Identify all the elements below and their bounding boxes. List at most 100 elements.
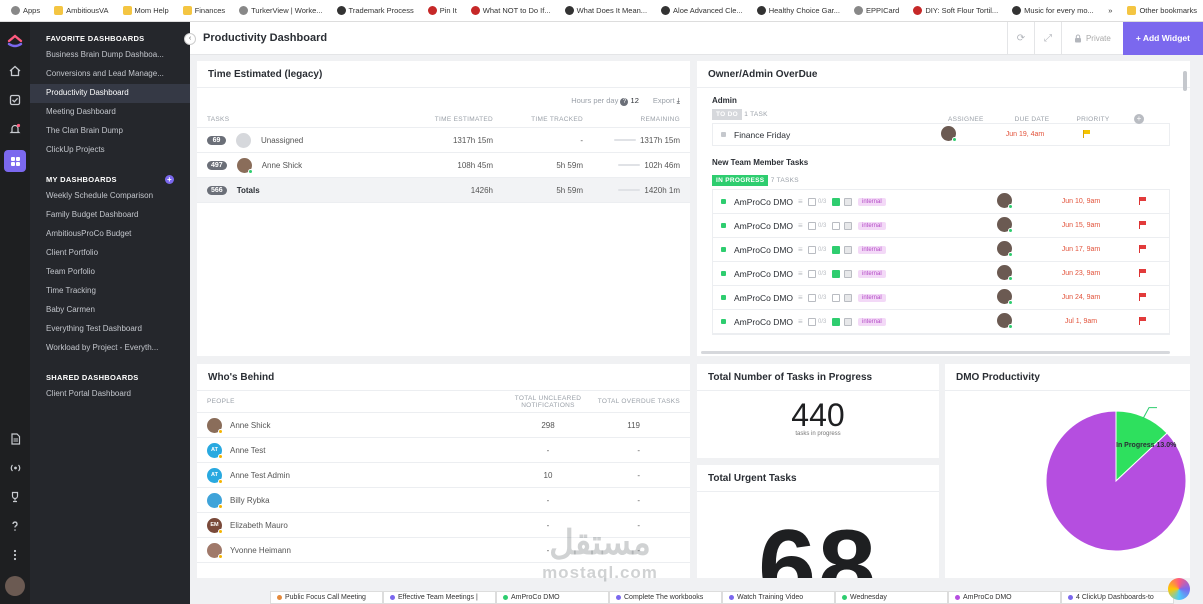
more-vertical-icon[interactable]: [7, 547, 23, 563]
sidebar-item[interactable]: Conversions and Lead Manage...: [30, 65, 190, 84]
tray-task[interactable]: Wednesday: [835, 591, 948, 604]
folder-icon: [182, 6, 192, 15]
bookmark-item[interactable]: Music for every mo...: [1005, 6, 1101, 15]
priority-flag-icon: [1138, 293, 1146, 301]
sidebar-item[interactable]: Workload by Project - Everyth...: [30, 339, 190, 358]
tasks-icon[interactable]: [7, 92, 23, 108]
table-row[interactable]: 69 Unassigned 1317h 15m - 1317h 15m: [197, 128, 690, 153]
tray-task[interactable]: Effective Team Meetings |: [383, 591, 496, 604]
in-progress-caption: tasks in progress: [795, 431, 841, 437]
sidebar-item[interactable]: Team Porfolio: [30, 263, 190, 282]
task-row[interactable]: AmProCo DMO ≡ 0/3 internal Jun 23, 9am: [713, 262, 1169, 286]
bookmark-item[interactable]: Healthy Choice Gar...: [750, 6, 847, 15]
tray-task[interactable]: Public Focus Call Meeting: [270, 591, 383, 604]
tag-internal[interactable]: internal: [858, 317, 886, 326]
bookmark-item[interactable]: EPPICard: [847, 6, 906, 15]
tray-task[interactable]: Watch Training Video: [722, 591, 835, 604]
pie-chart: [1045, 407, 1187, 552]
tray-task[interactable]: AmProCo DMO: [948, 591, 1061, 604]
attachment-icon: [844, 269, 852, 278]
tray-task[interactable]: 4 ClickUp Dashboards-to: [1061, 591, 1174, 604]
tag-internal[interactable]: internal: [858, 221, 886, 230]
time-estimated-widget: Time Estimated (legacy) Hours per day ? …: [197, 61, 690, 356]
sidebar-item-productivity-dashboard[interactable]: Productivity Dashboard: [30, 84, 190, 103]
add-column-icon[interactable]: +: [1134, 114, 1144, 124]
sidebar-item[interactable]: Client Portal Dashboard: [30, 385, 190, 404]
description-icon: ≡: [798, 293, 803, 302]
add-widget-button[interactable]: + Add Widget: [1122, 21, 1203, 55]
add-dashboard-button[interactable]: +: [165, 175, 174, 184]
bookmark-item[interactable]: Pin It: [421, 6, 464, 15]
task-row[interactable]: AmProCo DMO ≡ 0/3 internal Jun 15, 9am: [713, 214, 1169, 238]
sidebar-item[interactable]: Family Budget Dashboard: [30, 206, 190, 225]
attachment-icon: [844, 245, 852, 254]
bookmark-item[interactable]: DIY: Soft Flour Tortil...: [906, 6, 1005, 15]
tag-internal[interactable]: internal: [858, 197, 886, 206]
more-bookmarks-button[interactable]: »: [1108, 6, 1112, 15]
sidebar-item[interactable]: The Clan Brain Dump: [30, 122, 190, 141]
bookmark-item[interactable]: Trademark Process: [330, 6, 421, 15]
help-bubble-icon[interactable]: [1168, 578, 1190, 600]
table-row[interactable]: Anne Shick 298 119: [197, 413, 690, 438]
sidebar-item[interactable]: Time Tracking: [30, 282, 190, 301]
avatar: AT: [207, 442, 223, 459]
collapse-sidebar-button[interactable]: ‹: [184, 33, 196, 45]
sidebar-item[interactable]: Business Brain Dump Dashboa...: [30, 46, 190, 65]
other-bookmarks[interactable]: » Other bookmarks: [1108, 6, 1197, 15]
sidebar-item[interactable]: Baby Carmen: [30, 301, 190, 320]
sidebar-item[interactable]: AmbitiousProCo Budget: [30, 225, 190, 244]
table-row[interactable]: 497 Anne Shick 108h 45m 5h 59m 102h 46m: [197, 153, 690, 178]
sidebar-item[interactable]: Client Portfolio: [30, 244, 190, 263]
table-row[interactable]: Billy Rybka - -: [197, 488, 690, 513]
page-title: Productivity Dashboard: [203, 32, 328, 44]
table-row[interactable]: AT Anne Test - -: [197, 438, 690, 463]
bookmark-item[interactable]: Aloe Advanced Cle...: [654, 6, 750, 15]
dashboards-icon[interactable]: [4, 150, 26, 172]
widget-title: DMO Productivity: [945, 364, 1190, 391]
site-icon: [853, 6, 863, 15]
tray-task[interactable]: AmProCo DMO: [496, 591, 609, 604]
bookmark-item[interactable]: AmbitiousVA: [47, 6, 115, 15]
task-row[interactable]: AmProCo DMO ≡ 0/3 internal Jun 10, 9am: [713, 190, 1169, 214]
bookmarks-bar: Apps AmbitiousVA Mom Help Finances Turke…: [0, 0, 1203, 22]
goals-trophy-icon[interactable]: [7, 489, 23, 505]
sidebar-item[interactable]: Everything Test Dashboard: [30, 320, 190, 339]
priority-flag-icon: [1138, 269, 1146, 277]
urgent-count: 68: [758, 509, 878, 578]
export-button[interactable]: Export ⤓: [653, 96, 680, 106]
tag-internal[interactable]: internal: [858, 245, 886, 254]
fullscreen-icon[interactable]: ⤢: [1033, 21, 1061, 55]
sidebar-item[interactable]: ClickUp Projects: [30, 141, 190, 160]
bookmark-item[interactable]: What NOT to Do If...: [464, 6, 558, 15]
notifications-icon[interactable]: [7, 121, 23, 137]
sidebar-item[interactable]: Weekly Schedule Comparison: [30, 187, 190, 206]
task-row[interactable]: Finance Friday Jun 19, 4am: [712, 123, 1170, 146]
tag-internal[interactable]: internal: [858, 269, 886, 278]
horizontal-scrollbar[interactable]: [701, 351, 1170, 354]
private-toggle[interactable]: Private: [1060, 21, 1123, 55]
bookmark-item[interactable]: Finances: [176, 6, 232, 15]
task-row[interactable]: AmProCo DMO ≡ 0/3 internal Jun 17, 9am: [713, 238, 1169, 262]
task-row[interactable]: AmProCo DMO ≡ 0/3 internal Jul 1, 9am: [713, 310, 1169, 334]
tray-task[interactable]: Complete The workbooks: [609, 591, 722, 604]
home-icon[interactable]: [7, 63, 23, 79]
checklist-icon: [832, 245, 840, 254]
user-avatar[interactable]: [5, 576, 25, 596]
bookmark-item[interactable]: TurkerView | Worke...: [232, 6, 329, 15]
bookmark-apps[interactable]: Apps: [4, 6, 47, 15]
folder-icon: [1127, 6, 1137, 15]
clickup-logo-icon[interactable]: [6, 30, 24, 48]
refresh-icon[interactable]: ⟳: [1006, 21, 1034, 55]
tag-internal[interactable]: internal: [858, 293, 886, 302]
pulse-icon[interactable]: [7, 460, 23, 476]
vertical-scrollbar[interactable]: [1183, 71, 1187, 91]
task-row[interactable]: AmProCo DMO ≡ 0/3 internal Jun 24, 9am: [713, 286, 1169, 310]
help-icon[interactable]: [7, 518, 23, 534]
hours-per-day[interactable]: Hours per day ? 12: [571, 96, 639, 106]
table-row[interactable]: AT Anne Test Admin 10-: [197, 463, 690, 488]
pinterest-icon: [470, 6, 480, 15]
bookmark-item[interactable]: What Does It Mean...: [558, 6, 654, 15]
sidebar-item[interactable]: Meeting Dashboard: [30, 103, 190, 122]
docs-icon[interactable]: [7, 431, 23, 447]
bookmark-item[interactable]: Mom Help: [116, 6, 176, 15]
